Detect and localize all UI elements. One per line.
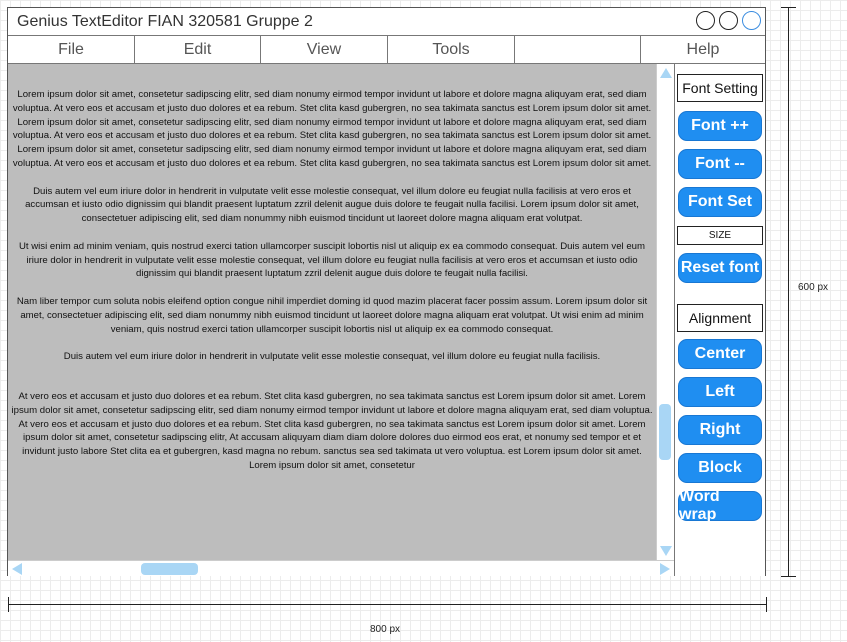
width-dimension-tick [766, 597, 767, 612]
menu-edit[interactable]: Edit [135, 36, 261, 63]
vertical-scroll-thumb[interactable] [659, 404, 671, 460]
scroll-up-icon[interactable] [660, 68, 672, 78]
paragraph: Duis autem vel eum iriure dolor in hendr… [25, 185, 639, 225]
menu-empty [515, 36, 641, 63]
width-dimension-line [8, 604, 767, 605]
font-setting-label: Font Setting [677, 74, 763, 102]
alignment-label: Alignment [677, 304, 763, 332]
paragraph: Ut wisi enim ad minim veniam, quis nostr… [18, 240, 645, 280]
text-editor-area[interactable]: Lorem ipsum dolor sit amet, consetetur s… [8, 64, 656, 560]
paragraph: Nam liber tempor cum soluta nobis eleife… [16, 295, 648, 335]
font-increase-button[interactable]: Font ++ [678, 111, 762, 141]
font-set-button[interactable]: Font Set [678, 187, 762, 217]
word-wrap-button[interactable]: Word wrap [678, 488, 762, 523]
menu-file[interactable]: File [8, 36, 135, 63]
scroll-down-icon[interactable] [660, 546, 672, 556]
align-block-button[interactable]: Block [678, 453, 762, 483]
reset-font-button[interactable]: Reset font [678, 253, 762, 283]
height-dimension-line [788, 7, 789, 577]
paragraph: Duis autem vel eum iriure dolor in hendr… [63, 351, 601, 363]
scroll-left-icon[interactable] [12, 563, 22, 575]
vertical-scrollbar[interactable] [656, 64, 674, 560]
height-dimension-label: 600 px [798, 282, 829, 293]
editor-window: Genius TextEditor FIAN 320581 Gruppe 2 F… [7, 7, 766, 576]
height-dimension-tick [781, 7, 796, 8]
menu-help[interactable]: Help [641, 36, 765, 63]
width-dimension-label: 800 px [370, 624, 401, 635]
close-button[interactable] [742, 11, 761, 30]
align-left-button[interactable]: Left [678, 377, 762, 407]
window-title: Genius TextEditor FIAN 320581 Gruppe 2 [17, 13, 313, 30]
width-dimension-tick [8, 597, 9, 612]
height-dimension-tick [781, 576, 796, 577]
align-right-button[interactable]: Right [678, 415, 762, 445]
scroll-right-icon[interactable] [660, 563, 670, 575]
editor-content[interactable]: Lorem ipsum dolor sit amet, consetetur s… [10, 88, 654, 487]
title-bar: Genius TextEditor FIAN 320581 Gruppe 2 [8, 8, 765, 36]
horizontal-scrollbar[interactable] [8, 560, 674, 576]
menu-view[interactable]: View [261, 36, 388, 63]
font-decrease-button[interactable]: Font -- [678, 149, 762, 179]
settings-panel: Font Setting Font ++ Font -- Font Set SI… [674, 64, 765, 576]
horizontal-scroll-thumb[interactable] [141, 563, 198, 575]
align-center-button[interactable]: Center [678, 339, 762, 369]
maximize-button[interactable] [719, 11, 738, 30]
paragraph: At vero eos et accusam et justo duo dolo… [11, 390, 653, 471]
paragraph: Lorem ipsum dolor sit amet, consetetur s… [12, 89, 652, 169]
minimize-button[interactable] [696, 11, 715, 30]
menu-bar: File Edit View Tools Help [8, 36, 765, 64]
font-size-field[interactable]: SIZE [677, 226, 763, 245]
menu-tools[interactable]: Tools [388, 36, 515, 63]
